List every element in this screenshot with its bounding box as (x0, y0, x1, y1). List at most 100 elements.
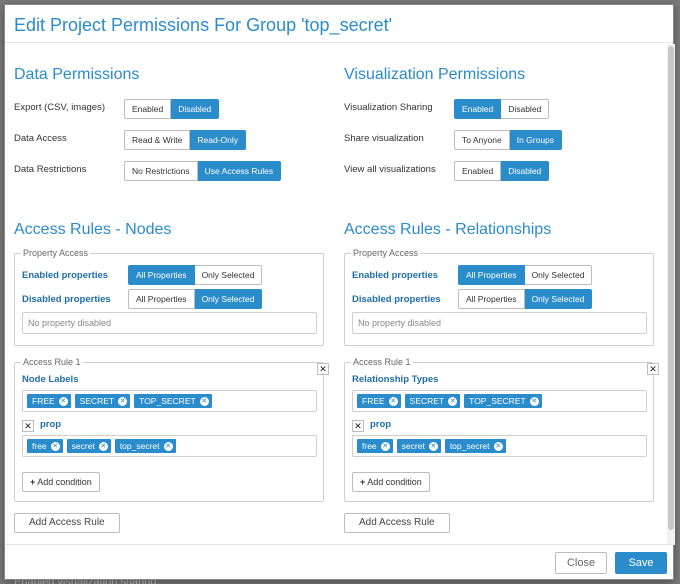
scrollbar-thumb[interactable] (668, 46, 674, 530)
x-circle-icon[interactable]: ✕ (448, 396, 458, 406)
data-access-row: Data Access Read & Write Read-Only (14, 130, 324, 150)
plus-icon: + (360, 477, 366, 487)
add-access-rule-button[interactable]: Add Access Rule (14, 513, 120, 533)
relationships-access-rule: Access Rule 1 ✕ Relationship Types FREE ✕… (344, 357, 659, 502)
x-circle-icon[interactable]: ✕ (50, 441, 60, 451)
to-anyone-button[interactable]: To Anyone (454, 130, 510, 150)
nodes-disabled-properties-input[interactable]: No property disabled (22, 312, 317, 334)
relationships-rules-title: Access Rules - Relationships (344, 221, 552, 238)
nodes-rules-title: Access Rules - Nodes (14, 221, 172, 238)
modal-scrollbar[interactable] (667, 44, 675, 544)
relationships-disabled-properties-input[interactable]: No property disabled (352, 312, 647, 334)
export-row: Export (CSV, images) Enabled Disabled (14, 99, 324, 119)
x-circle-icon[interactable]: ✕ (388, 396, 398, 406)
nodes-enabled-selected-button[interactable]: Only Selected (194, 265, 263, 285)
relationship-types-input[interactable]: FREE ✕ SECRET ✕ TOP_SECRET ✕ (352, 390, 647, 412)
export-label: Export (CSV, images) (14, 102, 105, 113)
relationships-property-access-legend: Property Access (351, 248, 421, 258)
nodes-enabled-properties-label: Enabled properties (22, 270, 109, 281)
relationships-disabled-all-button[interactable]: All Properties (458, 289, 525, 309)
prop-values-input[interactable]: free ✕ secret ✕ top_secret ✕ (352, 435, 647, 457)
nodes-enabled-properties-toggle: All Properties Only Selected (128, 265, 263, 285)
share-visualization-toggle: To Anyone In Groups (454, 130, 563, 150)
modal-header: Edit Project Permissions For Group 'top_… (5, 5, 673, 43)
relationships-enabled-properties-label: Enabled properties (352, 270, 439, 281)
relationships-disabled-properties-toggle: All Properties Only Selected (458, 289, 593, 309)
remove-condition-close-icon[interactable]: ✕ (352, 420, 364, 432)
data-restrictions-toggle: No Restrictions Use Access Rules (124, 161, 282, 181)
x-circle-icon[interactable]: ✕ (529, 396, 539, 406)
relationships-enabled-all-button[interactable]: All Properties (458, 265, 525, 285)
nodes-disabled-selected-button[interactable]: Only Selected (194, 289, 263, 309)
prop-condition-label: prop (370, 419, 392, 430)
export-disabled-button[interactable]: Disabled (171, 99, 220, 119)
remove-condition-close-icon[interactable]: ✕ (22, 420, 34, 432)
tag-free: FREE ✕ (357, 394, 401, 408)
relationships-rule-legend: Access Rule 1 (351, 357, 413, 367)
nodes-disabled-properties-toggle: All Properties Only Selected (128, 289, 263, 309)
node-labels-input[interactable]: FREE ✕ SECRET ✕ TOP_SECRET ✕ (22, 390, 317, 412)
read-only-button[interactable]: Read-Only (190, 130, 247, 150)
export-toggle: Enabled Disabled (124, 99, 220, 119)
prop-values-input[interactable]: free ✕ secret ✕ top_secret ✕ (22, 435, 317, 457)
add-access-rule-button[interactable]: Add Access Rule (344, 513, 450, 533)
sharing-enabled-button[interactable]: Enabled (454, 99, 502, 119)
nodes-rule-legend: Access Rule 1 (21, 357, 83, 367)
view-all-label: View all visualizations (344, 164, 436, 175)
view-all-row: View all visualizations Enabled Disabled (344, 161, 654, 181)
x-circle-icon[interactable]: ✕ (118, 396, 128, 406)
share-visualization-label: Share visualization (344, 133, 424, 144)
x-circle-icon[interactable]: ✕ (493, 441, 503, 451)
tag-secret: SECRET ✕ (404, 394, 461, 408)
plus-icon: + (30, 477, 36, 487)
use-access-rules-button[interactable]: Use Access Rules (197, 161, 282, 181)
view-all-toggle: Enabled Disabled (454, 161, 550, 181)
x-circle-icon[interactable]: ✕ (163, 441, 173, 451)
x-circle-icon[interactable]: ✕ (58, 396, 68, 406)
export-enabled-button[interactable]: Enabled (124, 99, 172, 119)
no-restrictions-button[interactable]: No Restrictions (124, 161, 198, 181)
node-labels-label: Node Labels (22, 374, 79, 385)
nodes-enabled-all-button[interactable]: All Properties (128, 265, 195, 285)
data-restrictions-label: Data Restrictions (14, 164, 87, 175)
visualization-sharing-row: Visualization Sharing Enabled Disabled (344, 99, 654, 119)
x-circle-icon[interactable]: ✕ (199, 396, 209, 406)
save-button[interactable]: Save (615, 552, 667, 574)
nodes-rule-close-icon[interactable]: ✕ (317, 363, 329, 375)
view-all-disabled-button[interactable]: Disabled (501, 161, 550, 181)
tag-top-secret: top_secret ✕ (114, 439, 176, 453)
tag-free: free ✕ (27, 439, 63, 453)
in-groups-button[interactable]: In Groups (509, 130, 563, 150)
visualization-sharing-toggle: Enabled Disabled (454, 99, 550, 119)
relationships-enabled-selected-button[interactable]: Only Selected (524, 265, 593, 285)
relationships-rule-close-icon[interactable]: ✕ (647, 363, 659, 375)
add-condition-button[interactable]: + Add condition (22, 472, 100, 492)
prop-condition-label: prop (40, 419, 62, 430)
nodes-property-access-legend: Property Access (21, 248, 91, 258)
share-visualization-row: Share visualization To Anyone In Groups (344, 130, 654, 150)
tag-secret: secret ✕ (66, 439, 111, 453)
relationships-disabled-properties-label: Disabled properties (352, 294, 441, 305)
tag-top-secret: TOP_SECRET ✕ (134, 394, 212, 408)
modal-footer: Close Save (5, 544, 675, 580)
view-all-enabled-button[interactable]: Enabled (454, 161, 502, 181)
add-condition-button[interactable]: + Add condition (352, 472, 430, 492)
read-write-button[interactable]: Read & Write (124, 130, 191, 150)
nodes-disabled-all-button[interactable]: All Properties (128, 289, 195, 309)
nodes-access-rule: Access Rule 1 ✕ Node Labels FREE ✕ SECRET… (14, 357, 329, 502)
x-circle-icon[interactable]: ✕ (380, 441, 390, 451)
data-permissions-title: Data Permissions (14, 66, 140, 83)
tag-free: FREE ✕ (27, 394, 71, 408)
relationships-disabled-selected-button[interactable]: Only Selected (524, 289, 593, 309)
tag-secret: SECRET ✕ (74, 394, 131, 408)
sharing-disabled-button[interactable]: Disabled (501, 99, 550, 119)
data-access-label: Data Access (14, 133, 67, 144)
permissions-modal: Edit Project Permissions For Group 'top_… (4, 4, 675, 580)
tag-free: free ✕ (357, 439, 393, 453)
modal-body: Data Permissions Export (CSV, images) En… (5, 44, 675, 544)
relationships-enabled-properties-toggle: All Properties Only Selected (458, 265, 593, 285)
x-circle-icon[interactable]: ✕ (98, 441, 108, 451)
x-circle-icon[interactable]: ✕ (428, 441, 438, 451)
close-button[interactable]: Close (555, 552, 607, 574)
tag-top-secret: TOP_SECRET ✕ (464, 394, 542, 408)
